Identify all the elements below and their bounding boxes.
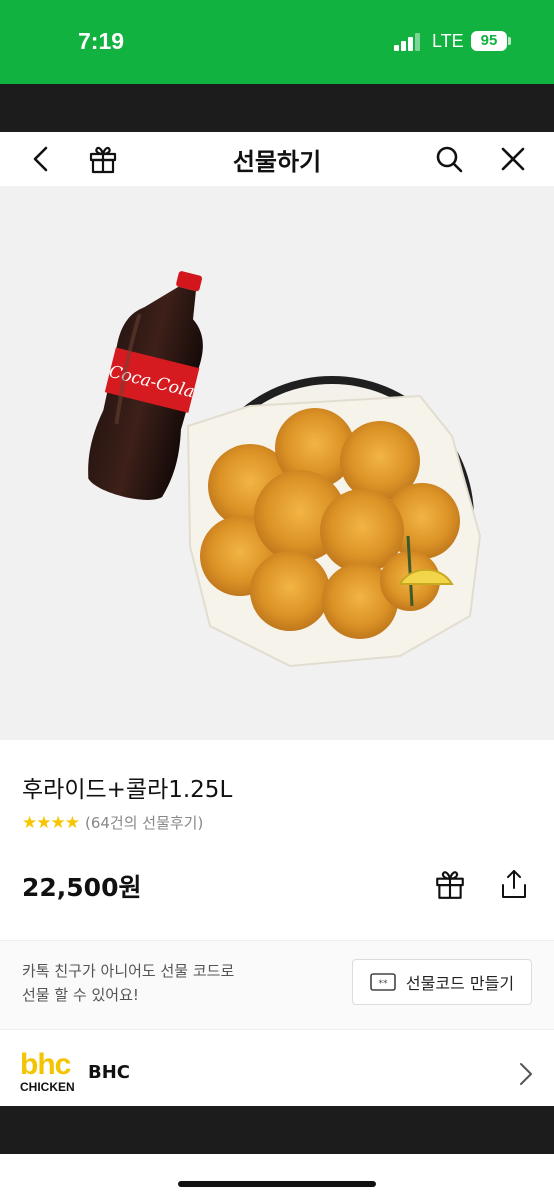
search-icon[interactable]: [430, 140, 468, 178]
rating-stars: ★★★★: [22, 812, 80, 833]
ticket-icon: **: [370, 973, 396, 991]
gift-code-description: 카톡 친구가 아니어도 선물 코드로 선물 할 수 있어요!: [22, 959, 322, 1007]
network-label: LTE: [432, 31, 464, 51]
brand-name: BHC: [88, 1062, 130, 1083]
home-area: [0, 1154, 554, 1200]
product-price: 22,500원: [22, 873, 142, 902]
product-illustration: Coca-Cola: [88, 271, 482, 668]
svg-text:**: **: [378, 979, 388, 989]
make-gift-code-label: 선물코드 만들기: [405, 974, 515, 993]
battery-tip: [508, 37, 511, 45]
status-time: 7:19: [78, 28, 125, 54]
brand-row[interactable]: bhc CHICKEN BHC: [0, 1030, 554, 1106]
status-bar: 7:19 LTE 95: [0, 0, 554, 84]
rating[interactable]: ★★★★ (64건의 선물후기): [22, 812, 203, 833]
review-count[interactable]: (64건의 선물후기): [85, 812, 203, 833]
signal-icon: [394, 33, 422, 51]
battery-icon: 95: [471, 31, 507, 51]
gift-code-desc-line1: 카톡 친구가 아니어도 선물 코드로: [22, 962, 235, 980]
gift-code-desc-line2: 선물 할 수 있어요!: [22, 986, 139, 1004]
nav-bar: 선물하기: [0, 132, 554, 186]
brand-logo: bhc CHICKEN: [20, 1050, 76, 1096]
product-image[interactable]: Coca-Cola: [0, 186, 554, 740]
top-dark-band: [0, 84, 554, 132]
bottom-dark-band: [0, 1106, 554, 1154]
chicken-basket: [186, 376, 482, 668]
close-icon[interactable]: [494, 140, 532, 178]
brand-logo-text: bhc: [20, 1048, 71, 1081]
product-info: 후라이드+콜라1.25L ★★★★ (64건의 선물후기) 22,500원: [0, 740, 554, 940]
share-icon[interactable]: [494, 864, 534, 904]
make-gift-code-button[interactable]: ** 선물코드 만들기: [352, 959, 532, 1005]
brand-logo-sub: CHICKEN: [20, 1080, 75, 1094]
gift-code-section: 카톡 친구가 아니어도 선물 코드로 선물 할 수 있어요! ** 선물코드 만…: [0, 940, 554, 1030]
home-indicator[interactable]: [178, 1181, 376, 1187]
page-title: 선물하기: [232, 148, 322, 176]
chevron-right-icon[interactable]: [514, 1060, 538, 1088]
gift-icon[interactable]: [430, 864, 470, 904]
product-name: 후라이드+콜라1.25L: [22, 777, 233, 803]
